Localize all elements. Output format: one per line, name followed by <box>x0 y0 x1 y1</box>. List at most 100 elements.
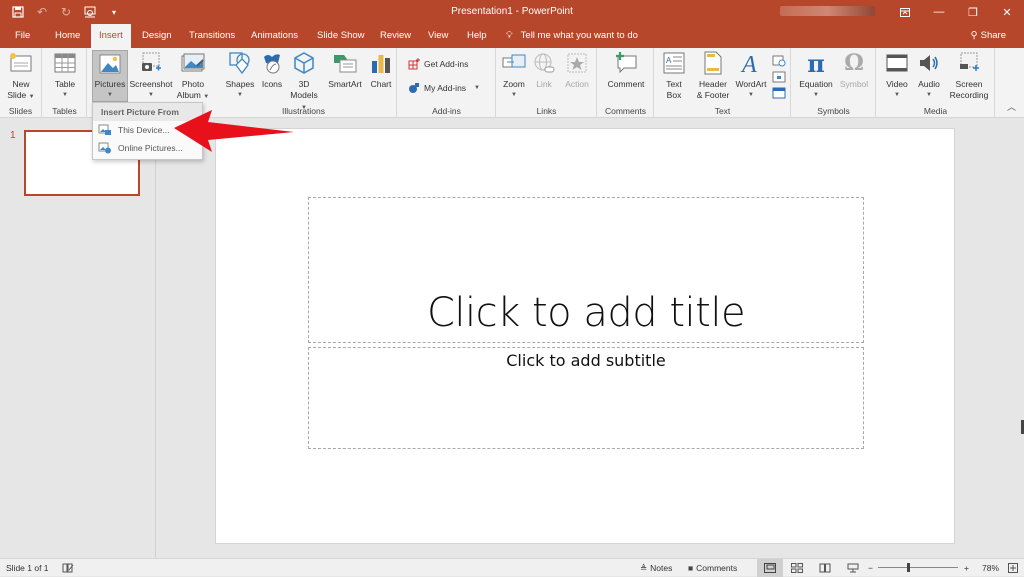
spell-check-icon[interactable] <box>62 559 74 577</box>
addins-icon <box>409 83 419 93</box>
minimize-icon[interactable]: — <box>922 0 956 24</box>
slide-counter: Slide 1 of 1 <box>6 563 49 573</box>
slide-number-icon[interactable] <box>772 70 786 83</box>
table-button[interactable]: Table ▼ <box>51 50 79 101</box>
screen-recording-button[interactable]: Screen Recording <box>947 50 991 101</box>
tab-insert[interactable]: Insert <box>91 24 131 48</box>
slide-canvas[interactable]: Click to add title Click to add subtitle <box>215 128 955 544</box>
this-device-icon <box>98 124 111 135</box>
group-label-media: Media <box>923 106 948 116</box>
pictures-button[interactable]: Pictures ▼ <box>92 50 128 102</box>
film-icon <box>884 50 910 76</box>
slide-sorter-button[interactable] <box>784 559 810 577</box>
my-addins-button[interactable]: My Add-ins ▼ <box>408 82 480 94</box>
3d-models-button[interactable]: 3D Models ▼ <box>287 50 321 114</box>
action-button[interactable]: Action <box>561 50 593 90</box>
tab-home[interactable]: Home <box>47 24 88 48</box>
zoom-level[interactable]: 78% <box>982 559 999 577</box>
screen-recording-icon <box>956 50 982 76</box>
picture-icon <box>97 51 123 76</box>
comments-icon: ■ <box>688 563 694 573</box>
tab-help[interactable]: Help <box>459 24 495 48</box>
chart-icon <box>368 50 394 76</box>
notes-icon: ≜ <box>640 562 648 573</box>
screenshot-button[interactable]: Screenshot ▼ <box>129 50 173 101</box>
annotation-arrow-icon <box>174 110 294 152</box>
zoom-button[interactable]: Zoom ▼ <box>500 50 528 101</box>
tab-design[interactable]: Design <box>134 24 180 48</box>
chart-button[interactable]: Chart <box>367 50 395 90</box>
icons-icon <box>259 50 285 76</box>
photo-album-button[interactable]: Photo Album ▼ <box>176 50 210 103</box>
comment-button[interactable]: Comment <box>604 50 648 90</box>
speaker-icon <box>916 50 942 76</box>
subtitle-placeholder[interactable]: Click to add subtitle <box>308 347 864 449</box>
symbol-button[interactable]: Ω Symbol <box>836 50 872 90</box>
wordart-button[interactable]: A WordArt ▼ <box>733 50 769 101</box>
online-pictures-icon <box>98 142 111 154</box>
smartart-icon <box>332 50 358 76</box>
slide-show-button[interactable] <box>840 559 866 577</box>
link-icon <box>531 50 557 76</box>
link-button[interactable]: Link <box>531 50 557 90</box>
person-icon: ⚲ <box>970 30 978 41</box>
group-slides: New Slide ▼ Slides <box>0 48 42 118</box>
audio-button[interactable]: Audio ▼ <box>915 50 943 101</box>
tab-file[interactable]: File <box>7 24 38 48</box>
equation-button[interactable]: π Equation ▼ <box>796 50 836 101</box>
header-footer-button[interactable]: Header & Footer <box>693 50 733 101</box>
zoom-slider[interactable] <box>878 563 958 572</box>
tab-view[interactable]: View <box>420 24 456 48</box>
tab-transitions[interactable]: Transitions <box>181 24 243 48</box>
slide-number: 1 <box>10 130 16 141</box>
cube-icon <box>291 50 317 76</box>
comments-button[interactable]: ■ Comments <box>688 559 737 577</box>
group-text: A Text Box Header & Footer A WordArt ▼ T… <box>655 48 791 118</box>
collapse-ribbon-icon[interactable]: ︿ <box>1007 100 1016 113</box>
ribbon-display-options-icon[interactable] <box>888 0 922 24</box>
object-icon[interactable] <box>772 86 786 99</box>
account-name-blurred[interactable] <box>780 6 875 16</box>
tab-slide-show[interactable]: Slide Show <box>309 24 373 48</box>
comment-icon <box>613 50 639 76</box>
slide-thumbnails-pane: 1 <box>0 118 156 558</box>
share-button[interactable]: ⚲ Share <box>971 24 1006 48</box>
normal-view-button[interactable] <box>757 559 783 577</box>
fit-to-window-icon[interactable] <box>1008 559 1018 577</box>
notes-button[interactable]: ≜ Notes <box>640 559 672 577</box>
title-placeholder[interactable]: Click to add title <box>308 197 864 343</box>
tell-me-search[interactable]: 💡︎ Tell me what you want to do <box>506 24 638 48</box>
new-slide-icon <box>8 50 34 76</box>
wordart-icon: A <box>738 50 764 76</box>
zoom-slider-thumb[interactable] <box>906 563 910 572</box>
shapes-button[interactable]: Shapes ▼ <box>223 50 257 101</box>
lightbulb-icon: 💡︎ <box>506 30 513 41</box>
svg-text:A: A <box>666 56 672 65</box>
reading-view-button[interactable] <box>812 559 838 577</box>
tab-review[interactable]: Review <box>372 24 419 48</box>
omega-icon: Ω <box>844 49 864 76</box>
group-links: Zoom ▼ Link Action Links <box>497 48 597 118</box>
restore-icon[interactable]: ❐ <box>956 0 990 24</box>
slide-editor: Click to add title Click to add subtitle <box>157 118 1024 558</box>
screenshot-icon <box>138 50 164 76</box>
text-box-button[interactable]: A Text Box <box>661 50 687 101</box>
date-time-icon[interactable] <box>772 54 786 67</box>
action-icon <box>564 50 590 76</box>
zoom-out-button[interactable]: − <box>868 559 873 577</box>
header-footer-icon <box>700 50 726 76</box>
get-addins-button[interactable]: Get Add-ins <box>408 58 468 70</box>
group-label-text: Text <box>714 106 731 116</box>
tab-animations[interactable]: Animations <box>243 24 306 48</box>
store-icon <box>408 58 420 70</box>
group-comments: Comment Comments <box>598 48 654 118</box>
zoom-in-button[interactable]: + <box>964 559 969 577</box>
group-label-symbols: Symbols <box>817 106 850 116</box>
video-button[interactable]: Video ▼ <box>883 50 911 101</box>
close-icon[interactable]: ✕ <box>990 0 1024 24</box>
icons-button[interactable]: Icons <box>259 50 285 90</box>
group-label-links: Links <box>536 106 557 116</box>
group-tables: Table ▼ Tables <box>43 48 87 118</box>
new-slide-button[interactable]: New Slide ▼ <box>5 50 37 103</box>
smartart-button[interactable]: SmartArt <box>325 50 365 90</box>
